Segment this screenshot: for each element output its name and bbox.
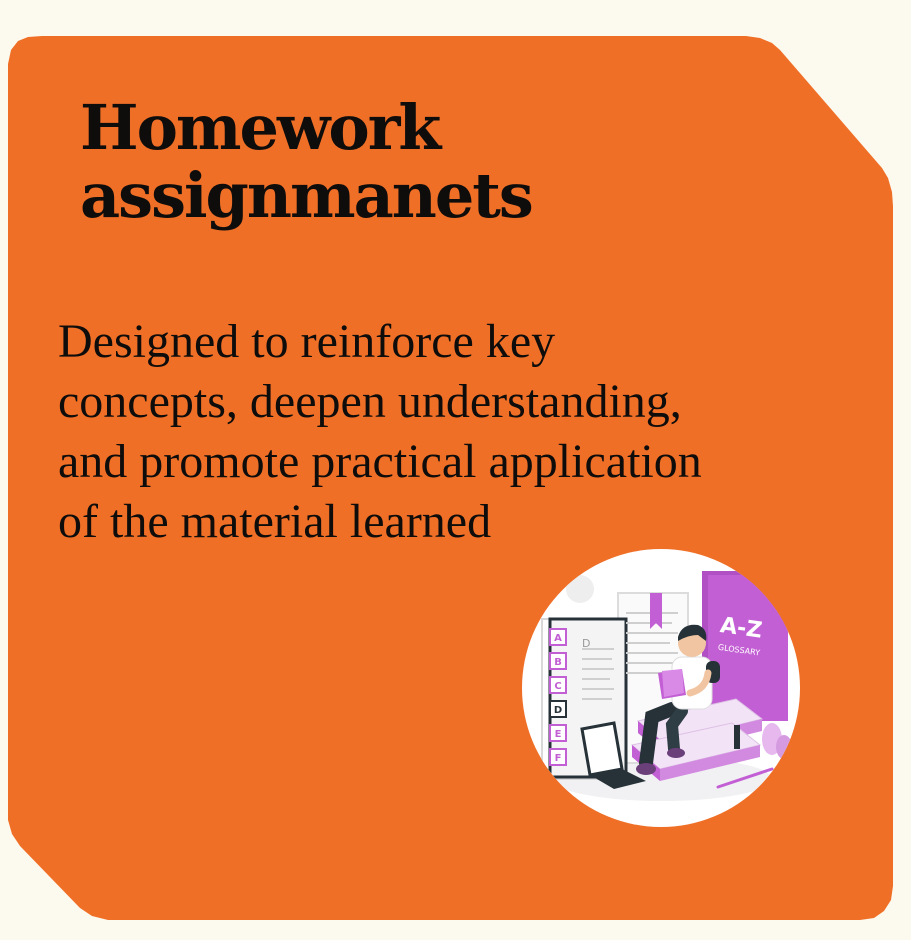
card-description: Designed to reinforce key concepts, deep… (58, 315, 702, 548)
index-tab-e: E (555, 729, 562, 740)
page-letter: D (582, 637, 590, 650)
card-title: Homework assignmanets (80, 91, 534, 232)
index-tab-a: A (554, 633, 562, 644)
index-tab-c: C (554, 681, 561, 692)
student-reading-illustration: D A B C D E F A-Z GLOSSARY (522, 549, 800, 827)
index-tab-d: D (554, 705, 562, 716)
index-tab-f: F (555, 753, 562, 764)
index-tab-b: B (554, 657, 562, 668)
